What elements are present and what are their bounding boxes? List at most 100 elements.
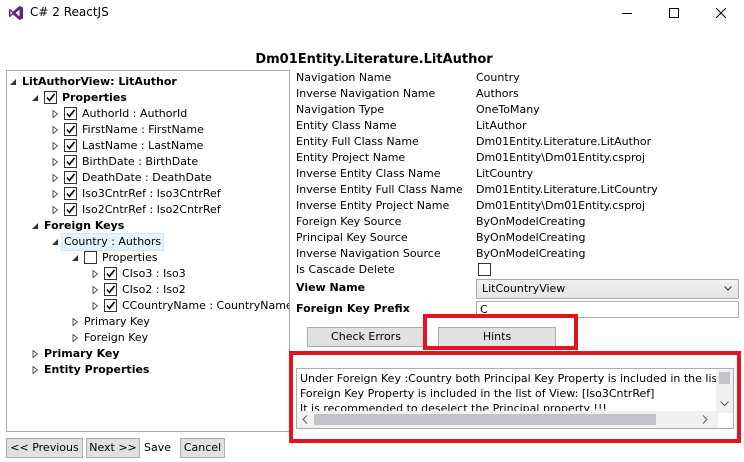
chevron-down-icon — [724, 286, 732, 291]
property-row: Inverse Entity Class Name LitCountry — [296, 166, 740, 182]
collapsed-arrow-icon — [52, 110, 59, 118]
collapsed-arrow-icon — [52, 190, 59, 198]
property-row: Entity Project Name Dm01Entity\Dm01Entity… — [296, 150, 740, 166]
collapsed-arrow-icon — [52, 206, 59, 214]
checkbox-checked[interactable] — [104, 283, 117, 296]
checkbox-checked[interactable] — [104, 267, 117, 280]
window-title: C# 2 ReactJS — [30, 5, 109, 19]
collapsed-arrow-icon — [92, 302, 99, 310]
previous-button[interactable]: << Previous — [6, 438, 83, 458]
save-button[interactable]: Save — [144, 441, 171, 454]
minimize-button[interactable] — [604, 0, 650, 26]
property-value: ByOnModelCreating — [476, 215, 586, 228]
check-errors-button[interactable]: Check Errors — [307, 327, 425, 347]
expanded-arrow-icon — [32, 223, 38, 229]
property-row: Principal Key Source ByOnModelCreating — [296, 230, 740, 246]
property-row: Inverse Entity Project Name Dm01Entity\Dm… — [296, 198, 740, 214]
page-title: Dm01Entity.Literature.LitAuthor — [255, 52, 493, 67]
checkbox-checked[interactable] — [64, 203, 77, 216]
property-row: Navigation Name Country — [296, 70, 740, 86]
checkbox-checked[interactable] — [64, 171, 77, 184]
check-icon — [106, 301, 116, 310]
checkbox-checked[interactable] — [64, 139, 77, 152]
maximize-button[interactable] — [651, 0, 697, 26]
check-icon — [46, 93, 56, 102]
collapsed-arrow-icon — [52, 126, 59, 134]
property-value: Country — [476, 71, 520, 84]
collapsed-arrow-icon — [92, 270, 99, 278]
check-icon — [66, 141, 76, 150]
collapsed-arrow-icon — [52, 174, 59, 182]
property-value: LitCountry — [476, 167, 534, 180]
cascade-delete-checkbox[interactable] — [478, 263, 491, 276]
view-name-select[interactable]: LitCountryView — [476, 279, 739, 299]
check-icon — [106, 285, 116, 294]
tree-view[interactable]: LitAuthorView: LitAuthor Properties Auth… — [6, 70, 290, 432]
property-value: ByOnModelCreating — [476, 247, 586, 260]
expanded-arrow-icon — [72, 255, 78, 261]
maximize-icon — [669, 8, 679, 18]
property-row: Inverse Entity Full Class Name Dm01Entity… — [296, 182, 740, 198]
expanded-arrow-icon — [52, 239, 58, 245]
property-row: Navigation Type OneToMany — [296, 102, 740, 118]
collapsed-arrow-icon — [52, 158, 59, 166]
property-key: Navigation Name — [296, 71, 392, 84]
collapsed-arrow-icon — [92, 286, 99, 294]
expanded-arrow-icon — [32, 95, 38, 101]
collapsed-arrow-icon — [32, 350, 39, 358]
property-key: Entity Project Name — [296, 151, 406, 164]
check-icon — [66, 205, 76, 214]
property-key: Navigation Type — [296, 103, 385, 116]
property-row: Inverse Navigation Name Authors — [296, 86, 740, 102]
check-icon — [66, 173, 76, 182]
property-row: Foreign Key Source ByOnModelCreating — [296, 214, 740, 230]
property-value: Dm01Entity.Literature.LitCountry — [476, 183, 658, 196]
property-value: Dm01Entity.Literature.LitAuthor — [476, 135, 652, 148]
checkbox-checked[interactable] — [104, 299, 117, 312]
property-key: Entity Full Class Name — [296, 135, 419, 148]
property-value: ByOnModelCreating — [476, 231, 586, 244]
check-icon — [66, 109, 76, 118]
collapsed-arrow-icon — [72, 334, 79, 342]
close-button[interactable] — [698, 0, 744, 26]
property-key: Inverse Navigation Name — [296, 87, 436, 100]
expanded-arrow-icon — [10, 79, 16, 85]
collapsed-arrow-icon — [72, 318, 79, 326]
property-key: Principal Key Source — [296, 231, 408, 244]
next-button[interactable]: Next >> — [86, 438, 140, 458]
check-icon — [66, 189, 76, 198]
check-icon — [66, 125, 76, 134]
highlight-box-hints — [423, 314, 578, 350]
property-row: Inverse Navigation Source ByOnModelCreati… — [296, 246, 740, 262]
close-icon — [716, 8, 726, 18]
property-key: Inverse Entity Full Class Name — [296, 183, 463, 196]
checkbox-unchecked[interactable] — [84, 251, 97, 264]
property-value: Dm01Entity\Dm01Entity.csproj — [476, 151, 646, 164]
property-key: Inverse Entity Project Name — [296, 199, 450, 212]
property-key: Inverse Entity Class Name — [296, 167, 441, 180]
property-row: Entity Full Class Name Dm01Entity.Literat… — [296, 134, 740, 150]
property-row: Entity Class Name LitAuthor — [296, 118, 740, 134]
checkbox-checked[interactable] — [64, 155, 77, 168]
checkbox-checked[interactable] — [64, 187, 77, 200]
check-icon — [106, 269, 116, 278]
property-value: LitAuthor — [476, 119, 527, 132]
cancel-button[interactable]: Cancel — [180, 438, 225, 458]
property-key: Foreign Key Source — [296, 215, 402, 228]
property-value: OneToMany — [476, 103, 540, 116]
property-key: Inverse Navigation Source — [296, 247, 441, 260]
cascade-delete-row: Is Cascade Delete — [296, 262, 496, 278]
property-value: Dm01Entity\Dm01Entity.csproj — [476, 199, 646, 212]
highlight-box-hints-output — [289, 351, 741, 443]
property-key: Entity Class Name — [296, 119, 397, 132]
check-icon — [66, 157, 76, 166]
view-name-row: View Name — [296, 281, 366, 294]
checkbox-checked[interactable] — [44, 91, 57, 104]
minimize-icon — [622, 13, 632, 14]
collapsed-arrow-icon — [32, 366, 39, 374]
checkbox-checked[interactable] — [64, 123, 77, 136]
visual-studio-icon — [9, 6, 23, 20]
title-bar: C# 2 ReactJS — [0, 0, 744, 26]
checkbox-checked[interactable] — [64, 107, 77, 120]
property-value: Authors — [476, 87, 519, 100]
